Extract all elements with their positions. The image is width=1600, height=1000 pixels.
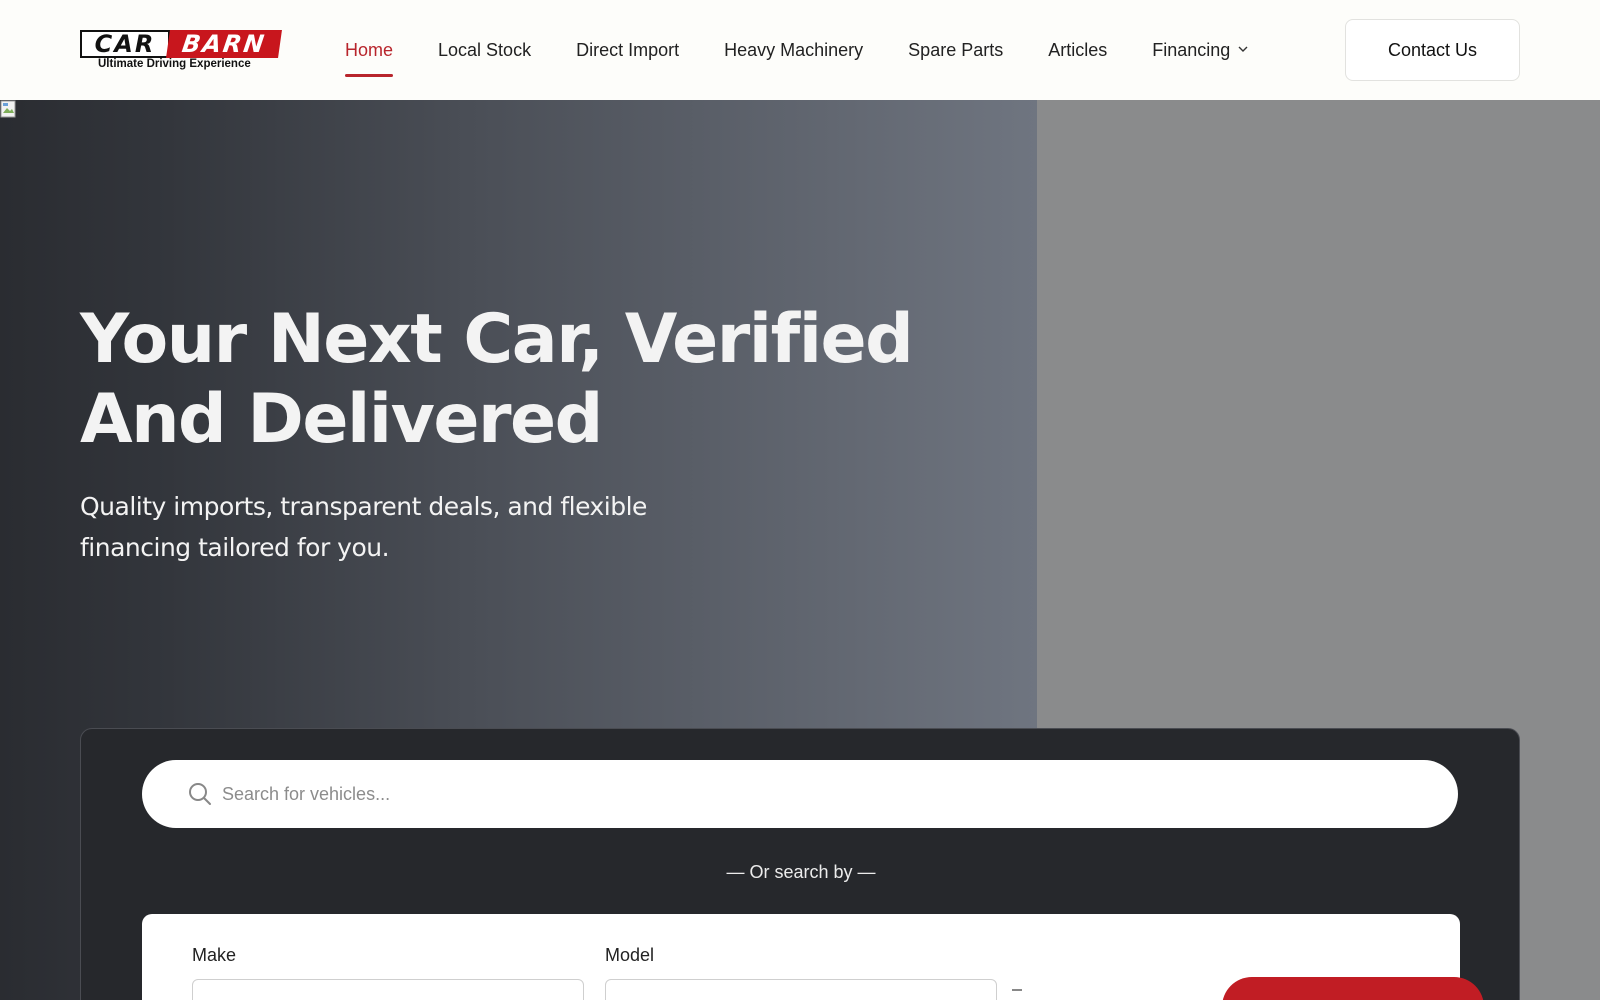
nav-item-home[interactable]: Home	[345, 0, 394, 100]
search-icon	[188, 782, 212, 806]
nav-label: Spare Parts	[908, 39, 1004, 60]
nav-label: Financing	[1152, 39, 1231, 60]
model-label: Model	[605, 945, 655, 965]
chevron-down-icon	[1238, 44, 1248, 56]
or-search-by-divider: — Or search by —	[726, 862, 876, 882]
broken-image-icon	[0, 100, 20, 120]
filter-card: Make Model	[142, 914, 1484, 1000]
search-bar[interactable]	[142, 760, 1458, 828]
nav-item-local-stock[interactable]: Local Stock	[438, 0, 531, 100]
hero-title: Your Next Car, Verified And Delivered	[80, 300, 980, 460]
make-select[interactable]	[192, 979, 584, 1000]
hero-subtitle: Quality imports, transparent deals, and …	[80, 486, 680, 568]
nav-item-articles[interactable]: Articles	[1048, 0, 1107, 100]
hero-subtitle-line-1: Quality imports, transparent deals, and …	[80, 492, 647, 521]
contact-us-button[interactable]: Contact Us	[1345, 19, 1520, 81]
logo-word-barn: BARN	[166, 30, 282, 58]
nav-item-spare-parts[interactable]: Spare Parts	[908, 0, 1003, 100]
nav-label: Home	[345, 39, 394, 60]
nav-item-direct-import[interactable]: Direct Import	[576, 0, 679, 100]
make-label: Make	[192, 945, 237, 965]
nav-item-heavy-machinery[interactable]: Heavy Machinery	[724, 0, 863, 100]
model-select[interactable]	[605, 979, 997, 1000]
nav-item-financing[interactable]: Financing	[1152, 0, 1248, 100]
carbarn-logo[interactable]: CAR BARN Ultimate Driving Experience	[80, 28, 282, 72]
main-nav: Home Local Stock Direct Import Heavy Mac…	[345, 0, 1293, 100]
search-submit-button[interactable]	[1222, 977, 1484, 1000]
search-input[interactable]	[222, 774, 1422, 814]
range-divider	[1012, 989, 1022, 991]
nav-label: Local Stock	[438, 39, 532, 60]
nav-label: Heavy Machinery	[724, 39, 864, 60]
hero-title-line-1: Your Next Car, Verified	[80, 300, 914, 379]
nav-label: Articles	[1048, 39, 1108, 60]
logo-tagline: Ultimate Driving Experience	[98, 58, 251, 70]
logo-word-car: CAR	[80, 30, 170, 58]
site-header: CAR BARN Ultimate Driving Experience Hom…	[0, 0, 1600, 100]
hero-subtitle-line-2: financing tailored for you.	[80, 533, 390, 562]
vehicle-search-panel: — Or search by — Make Model	[80, 728, 1520, 1000]
hero-title-line-2: And Delivered	[80, 380, 603, 459]
nav-label: Direct Import	[576, 39, 680, 60]
